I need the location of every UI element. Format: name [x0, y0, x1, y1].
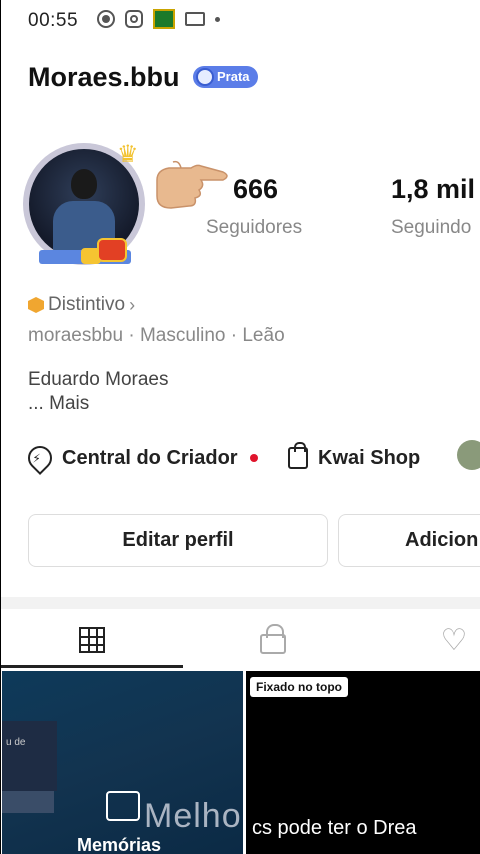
lock-icon — [260, 624, 286, 654]
kwai-shop-label: Kwai Shop — [318, 446, 421, 469]
kwai-shop-link[interactable]: Kwai Shop — [288, 442, 421, 472]
creator-center-link[interactable]: Central do Criador — [23, 441, 258, 475]
shopping-bag-icon — [288, 442, 308, 469]
badge-icon — [196, 68, 214, 86]
post-caption: cs pode ter o Drea — [252, 817, 417, 839]
followers-label[interactable]: Seguidores — [206, 217, 302, 239]
heart-icon: ♡ — [440, 623, 468, 657]
status-icons — [97, 9, 220, 29]
pointing-hand-icon — [156, 160, 228, 209]
hexagon-badge-icon — [28, 297, 44, 313]
chevron-right-icon: › — [129, 294, 136, 315]
distintivo-link[interactable]: Distintivo › — [28, 294, 135, 316]
pinned-label: Fixado no topo — [250, 677, 348, 697]
grid-icon — [79, 627, 105, 653]
tab-private[interactable] — [243, 615, 303, 665]
tab-posts[interactable] — [62, 615, 122, 665]
status-time: 00:55 — [28, 10, 79, 31]
profile-meta: moraesbbu · Masculino · Leão — [28, 325, 285, 346]
post-panel-bar — [2, 791, 54, 813]
instagram-icon — [125, 10, 143, 28]
post-panel-text: u de — [6, 737, 26, 748]
bio-more-link[interactable]: ... Mais — [28, 393, 89, 415]
crown-icon: ♛ — [117, 141, 139, 168]
tab-liked[interactable]: ♡ — [424, 615, 480, 665]
post-background-text: Melho — [144, 797, 242, 835]
following-label[interactable]: Seguindo — [391, 217, 471, 239]
dot-icon — [215, 16, 220, 22]
card-icon — [185, 12, 205, 26]
add-friends-button[interactable]: Adicion — [338, 514, 480, 567]
memories-icon — [106, 791, 140, 821]
notification-dot — [249, 454, 258, 462]
post-panel: u de — [2, 721, 57, 791]
section-divider — [1, 597, 480, 609]
extra-link-thumbnail[interactable] — [457, 440, 480, 470]
profile-screen: 00:55 Moraes.bbu Prata ♛ 666 Seguidores … — [0, 0, 480, 854]
level-badge[interactable]: Prata — [193, 66, 258, 88]
active-tab-indicator — [1, 665, 183, 668]
edit-profile-button[interactable]: Editar perfil — [28, 514, 328, 567]
news-app-icon — [153, 9, 175, 29]
camera-icon — [97, 238, 127, 262]
profile-username: Moraes.bbu — [28, 62, 180, 92]
creator-center-label: Central do Criador — [62, 446, 238, 469]
memories-label: Memórias — [77, 835, 162, 854]
profile-real-name: Eduardo Moraes — [28, 369, 169, 390]
lightning-pin-icon — [23, 441, 57, 475]
post-thumbnail[interactable]: Fixado no topo cs pode ter o Drea — [246, 671, 480, 854]
badge-label: Prata — [217, 69, 250, 84]
avatar-head — [71, 169, 97, 199]
distintivo-label: Distintivo — [48, 294, 126, 315]
followers-count[interactable]: 666 — [233, 174, 278, 205]
status-bar: 00:55 — [1, 0, 480, 40]
record-icon — [97, 10, 115, 28]
post-thumbnail[interactable]: u de Melho Memórias — [2, 671, 243, 854]
following-count[interactable]: 1,8 mil — [391, 174, 475, 205]
avatar[interactable]: ♛ — [21, 140, 151, 270]
